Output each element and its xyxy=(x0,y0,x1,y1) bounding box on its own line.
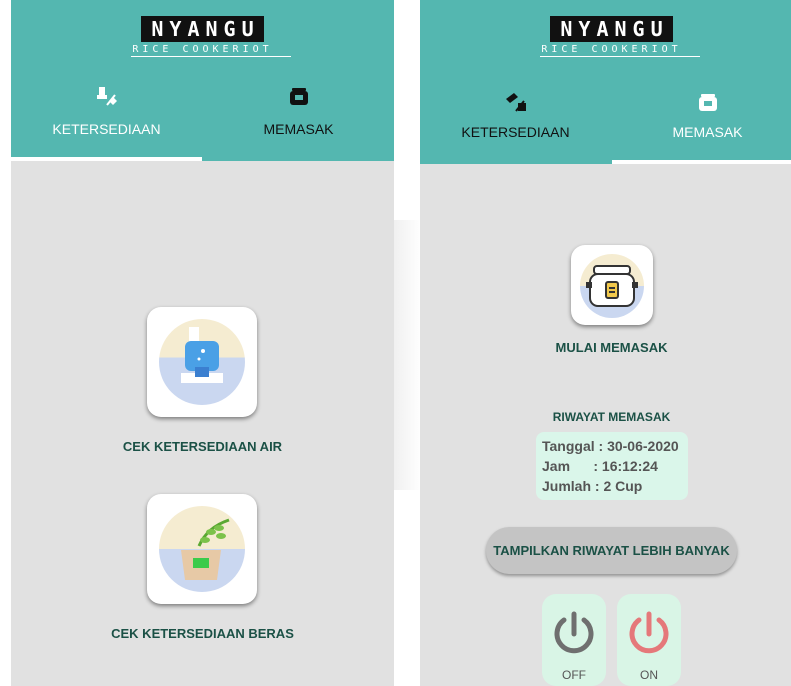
tab-label-ketersediaan: KETERSEDIAAN xyxy=(52,121,161,137)
show-more-history-button[interactable]: TAMPILKAN RIWAYAT LEBIH BANYAK xyxy=(486,527,737,574)
power-on-label: ON xyxy=(640,668,658,682)
availability-screen: NYANGU RICE COOKERIOT KETERSEDIAAN MEMAS… xyxy=(11,0,394,686)
history-time: Jam : 16:12:24 xyxy=(542,458,658,474)
power-off-label: OFF xyxy=(562,668,586,682)
tab-label-ketersediaan: KETERSEDIAAN xyxy=(461,124,570,140)
app-subtitle: RICE COOKERIOT xyxy=(132,44,273,55)
check-water-label: CEK KETERSEDIAAN AIR xyxy=(122,439,283,454)
history-title: RIWAYAT MEMASAK xyxy=(552,410,671,424)
app-logo: NYANGU xyxy=(550,16,673,42)
rice-cooker-icon xyxy=(203,85,394,107)
tab-label-memasak: MEMASAK xyxy=(672,124,743,140)
check-rice-button[interactable] xyxy=(147,494,257,604)
power-icon xyxy=(554,611,594,654)
history-card: Tanggal : 30-06-2020 Jam : 16:12:24 Juml… xyxy=(536,432,688,500)
rice-cooker-icon xyxy=(612,91,791,113)
app-subtitle: RICE COOKERIOT xyxy=(541,44,682,55)
tab-indicator xyxy=(11,157,202,161)
app-header: NYANGU RICE COOKERIOT KETERSEDIAAN MEMAS… xyxy=(420,0,791,164)
start-cooking-button[interactable] xyxy=(571,245,653,325)
hand-bottle-icon xyxy=(11,85,202,107)
water-bottle-icon xyxy=(159,319,245,405)
hand-bottle-icon xyxy=(420,91,611,113)
rice-sack-icon xyxy=(159,506,245,592)
tab-ketersediaan[interactable]: KETERSEDIAAN xyxy=(11,80,202,150)
check-water-button[interactable] xyxy=(147,307,257,417)
power-icon xyxy=(629,611,669,654)
screen-divider xyxy=(394,220,422,490)
tab-memasak[interactable]: MEMASAK xyxy=(203,80,394,150)
tab-indicator xyxy=(612,160,791,164)
tab-memasak[interactable]: MEMASAK xyxy=(612,86,791,156)
rice-cooker-icon xyxy=(580,254,644,318)
app-logo: NYANGU xyxy=(141,16,264,42)
app-header: NYANGU RICE COOKERIOT KETERSEDIAAN MEMAS… xyxy=(11,0,394,161)
tab-ketersediaan[interactable]: KETERSEDIAAN xyxy=(420,86,611,156)
check-rice-label: CEK KETERSEDIAAN BERAS xyxy=(111,626,294,641)
history-date: Tanggal : 30-06-2020 xyxy=(542,438,679,454)
logo-underline xyxy=(540,56,700,57)
tab-label-memasak: MEMASAK xyxy=(263,121,334,137)
start-cooking-label: MULAI MEMASAK xyxy=(555,340,668,355)
power-off-button[interactable]: OFF xyxy=(542,594,606,686)
power-on-button[interactable]: ON xyxy=(617,594,681,686)
history-amount: Jumlah : 2 Cup xyxy=(542,478,643,494)
cooking-screen: NYANGU RICE COOKERIOT KETERSEDIAAN MEMAS… xyxy=(420,0,791,686)
logo-underline xyxy=(131,56,291,57)
